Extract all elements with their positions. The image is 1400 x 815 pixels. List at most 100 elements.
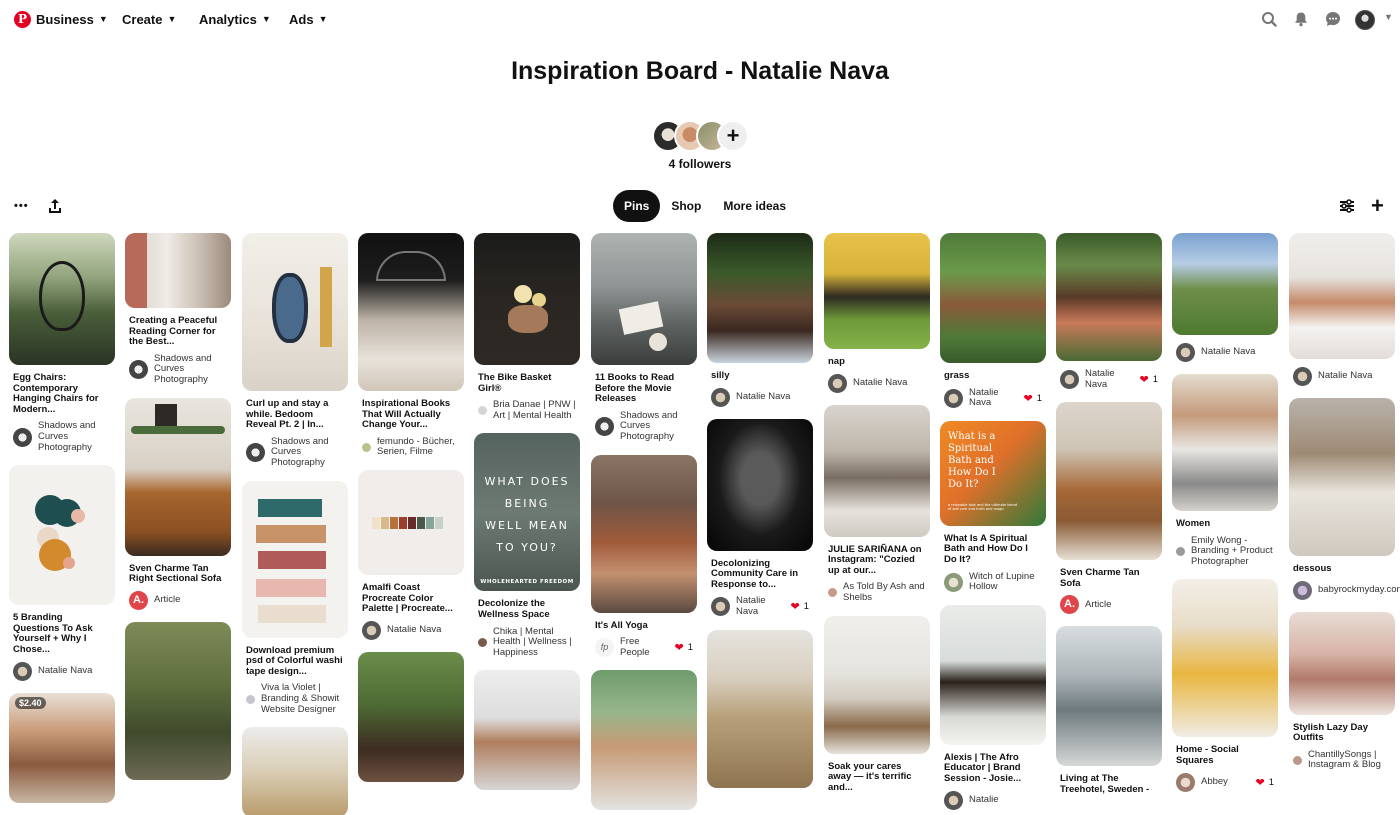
pin-title[interactable]: grass	[944, 370, 1042, 382]
pin-title[interactable]: Home - Social Squares	[1176, 745, 1274, 766]
tab-pins[interactable]: Pins	[613, 190, 661, 222]
reactions[interactable]: ❤ 1	[790, 600, 809, 613]
pin-title[interactable]: JULIE SARIÑANA on Instagram: "Cozied up …	[828, 544, 926, 577]
pin-author[interactable]: Witch of Lupine Hollow	[969, 571, 1042, 593]
pin-card[interactable]: dessous babyrockmyday.com	[1289, 398, 1400, 600]
pin-card[interactable]: silly Natalie Nava	[707, 233, 813, 407]
pin-image[interactable]	[1056, 402, 1162, 561]
bell-icon[interactable]	[1293, 11, 1309, 27]
pin-card[interactable]: Decolonizing Community Care in Response …	[707, 418, 813, 618]
pin-image[interactable]	[591, 233, 697, 365]
avatar[interactable]	[1176, 546, 1185, 556]
pin-author[interactable]: ChantillySongs | Instagram & Blog	[1308, 749, 1391, 771]
pin-title[interactable]: Soak your cares away — it's terrific and…	[828, 761, 926, 794]
pin-image[interactable]	[824, 404, 930, 537]
avatar[interactable]	[129, 360, 148, 380]
pin-card[interactable]: Women Emily Wong - Branding + Product Ph…	[1172, 374, 1278, 567]
search-icon[interactable]	[1261, 11, 1277, 27]
pin-image[interactable]	[707, 629, 813, 788]
pin-card[interactable]: nap Natalie Nava	[824, 233, 930, 393]
avatar[interactable]	[828, 588, 837, 598]
pin-image[interactable]	[125, 621, 231, 780]
avatar[interactable]	[246, 443, 265, 463]
pin-card[interactable]	[474, 670, 580, 791]
pin-image[interactable]	[474, 233, 580, 365]
pin-title[interactable]: Sven Charme Tan Right Sectional Sofa	[129, 563, 227, 585]
pin-title[interactable]: Sven Charme Tan Sofa	[1060, 567, 1158, 589]
pin-card[interactable]: Download premium psd of Colorful washi t…	[242, 480, 348, 716]
pin-author[interactable]: Natalie Nava	[736, 596, 784, 617]
pin-card[interactable]	[242, 727, 348, 815]
pin-author[interactable]: babyrockmyday.com	[1318, 584, 1400, 596]
pin-title[interactable]: Inspirational Books That Will Actually C…	[362, 398, 460, 431]
add-pin-button[interactable]: +	[1371, 193, 1384, 219]
avatar[interactable]	[1060, 370, 1079, 390]
pin-author[interactable]: Article	[154, 594, 227, 606]
pin-author[interactable]: Natalie Nava	[853, 377, 926, 389]
pin-author[interactable]: Natalie Nava	[1085, 368, 1133, 390]
pin-image[interactable]	[1172, 579, 1278, 738]
pin-title[interactable]: Decolonize the Wellness Space	[478, 599, 576, 620]
pin-image[interactable]: What is a Spiritual Bath and How Do I Do…	[940, 420, 1046, 526]
pin-card[interactable]: Natalie Nava	[1172, 233, 1278, 362]
pin-card[interactable]: Soak your cares away — it's terrific and…	[824, 615, 930, 794]
avatar[interactable]	[595, 417, 614, 437]
tab-more-ideas[interactable]: More ideas	[712, 190, 797, 222]
nav-create[interactable]: Create ▼	[122, 12, 176, 27]
pin-image[interactable]: WHAT DOES BEING WELL MEAN TO YOU? WHOLEH…	[474, 433, 580, 592]
pin-image[interactable]	[1289, 611, 1395, 715]
pin-card[interactable]	[125, 621, 231, 780]
pin-title[interactable]: It's All Yoga	[595, 620, 693, 632]
pin-title[interactable]: Egg Chairs: Contemporary Hanging Chairs …	[13, 372, 111, 415]
avatar[interactable]	[1176, 772, 1195, 792]
pin-image[interactable]	[707, 233, 813, 363]
pin-author[interactable]: Shadows and Curves Photography	[154, 353, 227, 386]
pin-author[interactable]: Shadows and Curves Photography	[620, 410, 693, 443]
filter-icon[interactable]	[1339, 198, 1355, 214]
pin-author[interactable]: Shadows and Curves Photography	[271, 436, 344, 469]
pin-title[interactable]: 5 Branding Questions To Ask Yourself + W…	[13, 612, 111, 655]
reactions[interactable]: ❤ 1	[674, 641, 693, 654]
pin-image[interactable]	[9, 465, 115, 606]
pin-title[interactable]: Alexis | The Afro Educator | Brand Sessi…	[944, 752, 1042, 785]
pin-author[interactable]: Viva la Violet | Branding & Showit Websi…	[261, 683, 344, 715]
pin-image[interactable]	[940, 233, 1046, 363]
pin-image[interactable]	[242, 480, 348, 638]
pin-card[interactable]: Natalie Nava ❤ 1	[1056, 233, 1162, 390]
pin-image[interactable]	[358, 233, 464, 391]
pin-image[interactable]	[1056, 626, 1162, 767]
pin-card[interactable]: Sven Charme Tan Sofa A. Article	[1056, 402, 1162, 615]
pin-author[interactable]: Shadows and Curves Photography	[38, 421, 111, 453]
pin-image[interactable]	[591, 670, 697, 811]
pin-author[interactable]: Natalie	[969, 794, 1042, 806]
pin-card[interactable]: What is a Spiritual Bath and How Do I Do…	[940, 420, 1046, 593]
pin-image[interactable]	[9, 233, 115, 365]
pin-title[interactable]: nap	[828, 356, 926, 368]
pin-image[interactable]	[125, 397, 231, 556]
avatar[interactable]	[1293, 367, 1312, 386]
pin-image[interactable]	[474, 670, 580, 791]
avatar[interactable]	[711, 597, 730, 617]
pin-author[interactable]: As Told By Ash and Shelbs	[843, 582, 926, 603]
pin-author[interactable]: femundo - Bücher, Serien, Filme	[377, 436, 460, 458]
pin-image[interactable]	[1172, 233, 1278, 335]
pin-author[interactable]: Natalie Nava	[1318, 371, 1391, 382]
pin-author[interactable]: Natalie Nava	[1201, 347, 1274, 358]
pin-title[interactable]: The Bike Basket Girl®	[478, 372, 576, 394]
pin-author[interactable]: Abbey	[1201, 776, 1249, 788]
nav-ads[interactable]: Ads ▼	[289, 12, 327, 27]
pin-author[interactable]: Bria Danae | PNW | Art | Mental Health	[493, 399, 576, 421]
pin-author[interactable]: Free People	[620, 636, 668, 658]
pin-card[interactable]: It's All Yoga fp Free People ❤ 1	[591, 454, 697, 659]
pin-image[interactable]	[1056, 233, 1162, 361]
avatar[interactable]	[13, 427, 32, 447]
chevron-down-icon[interactable]: ▼	[1384, 12, 1393, 22]
pin-author[interactable]: Article	[1085, 599, 1158, 611]
reactions[interactable]: ❤ 1	[1023, 392, 1042, 405]
pin-title[interactable]: Women	[1176, 518, 1274, 530]
pinterest-logo-icon[interactable]: P	[14, 11, 31, 28]
nav-analytics[interactable]: Analytics ▼	[199, 12, 271, 27]
pin-card[interactable]: 11 Books to Read Before the Movie Releas…	[591, 233, 697, 443]
pin-card[interactable]: JULIE SARIÑANA on Instagram: "Cozied up …	[824, 404, 930, 604]
avatar[interactable]	[362, 442, 371, 452]
